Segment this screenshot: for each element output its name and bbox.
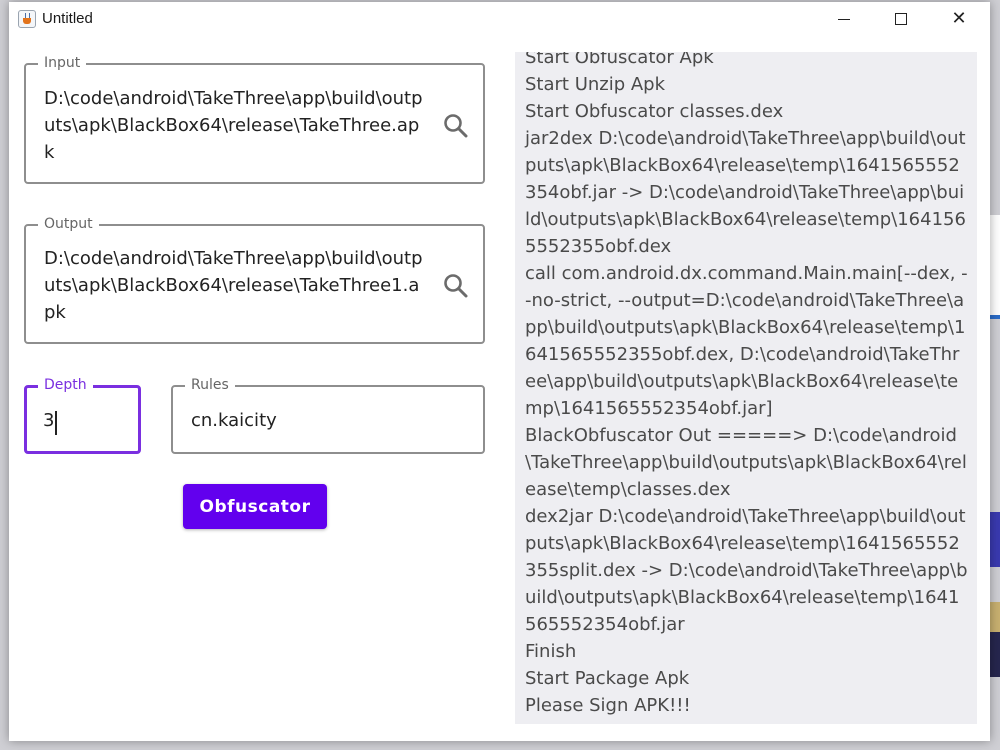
rules-input[interactable]: cn.kaicity <box>191 407 277 434</box>
search-icon <box>444 114 468 138</box>
input-label: Input <box>38 55 87 71</box>
log-text: Start Obfuscator Apk Start Unzip Apk Start… <box>525 52 969 719</box>
background-window-edge <box>990 632 1000 677</box>
log-line: dex2jar D:\code\android\TakeThree\app\bu… <box>525 506 968 635</box>
close-button[interactable]: ✕ <box>936 2 982 36</box>
output-path-value[interactable]: D:\code\android\TakeThree\app\build\outp… <box>44 245 424 326</box>
log-line: call com.android.dx.command.Main.main[--… <box>525 263 968 419</box>
log-line: Finish <box>525 641 577 662</box>
search-icon <box>444 274 468 298</box>
maximize-icon <box>895 13 907 25</box>
log-line: Start Obfuscator Apk <box>525 52 714 68</box>
background-window-edge <box>990 315 1000 319</box>
log-line: BlackObfuscator Out =====> D:\code\andro… <box>525 425 967 500</box>
maximize-button[interactable] <box>878 2 924 36</box>
output-path-field[interactable]: Output D:\code\android\TakeThree\app\bui… <box>24 216 485 344</box>
depth-label: Depth <box>38 377 93 393</box>
window-title: Untitled <box>42 10 93 27</box>
text-cursor <box>55 411 57 435</box>
log-line: Start Unzip Apk <box>525 74 666 95</box>
log-line: Start Package Apk <box>525 668 690 689</box>
obfuscator-button-label: Obfuscator <box>199 496 311 517</box>
minimize-icon <box>838 18 850 20</box>
log-line: Please Sign APK!!! <box>525 695 691 716</box>
title-bar[interactable]: Untitled ✕ <box>9 2 990 38</box>
java-app-icon <box>18 10 36 28</box>
output-label: Output <box>38 216 99 232</box>
rules-field[interactable]: Rules cn.kaicity <box>171 377 485 454</box>
background-window-edge <box>990 215 1000 315</box>
depth-field[interactable]: Depth 3 <box>24 377 141 454</box>
close-icon: ✕ <box>951 8 967 29</box>
rules-label: Rules <box>185 377 235 393</box>
background-window-edge <box>990 512 1000 567</box>
depth-input[interactable]: 3 <box>43 407 54 434</box>
input-path-field[interactable]: Input D:\code\android\TakeThree\app\buil… <box>24 55 485 184</box>
output-browse-button[interactable] <box>441 271 471 301</box>
obfuscator-button[interactable]: Obfuscator <box>183 484 327 529</box>
log-line: jar2dex D:\code\android\TakeThree\app\bu… <box>525 128 966 257</box>
input-path-value[interactable]: D:\code\android\TakeThree\app\build\outp… <box>44 85 424 166</box>
app-window: Untitled ✕ Input D:\code\android\TakeThr… <box>9 2 990 741</box>
background-window-edge <box>990 602 1000 632</box>
minimize-button[interactable] <box>821 2 867 36</box>
input-browse-button[interactable] <box>441 111 471 141</box>
log-output-panel[interactable]: Start Obfuscator Apk Start Unzip Apk Start… <box>515 52 977 724</box>
log-line: Start Obfuscator classes.dex <box>525 101 784 122</box>
